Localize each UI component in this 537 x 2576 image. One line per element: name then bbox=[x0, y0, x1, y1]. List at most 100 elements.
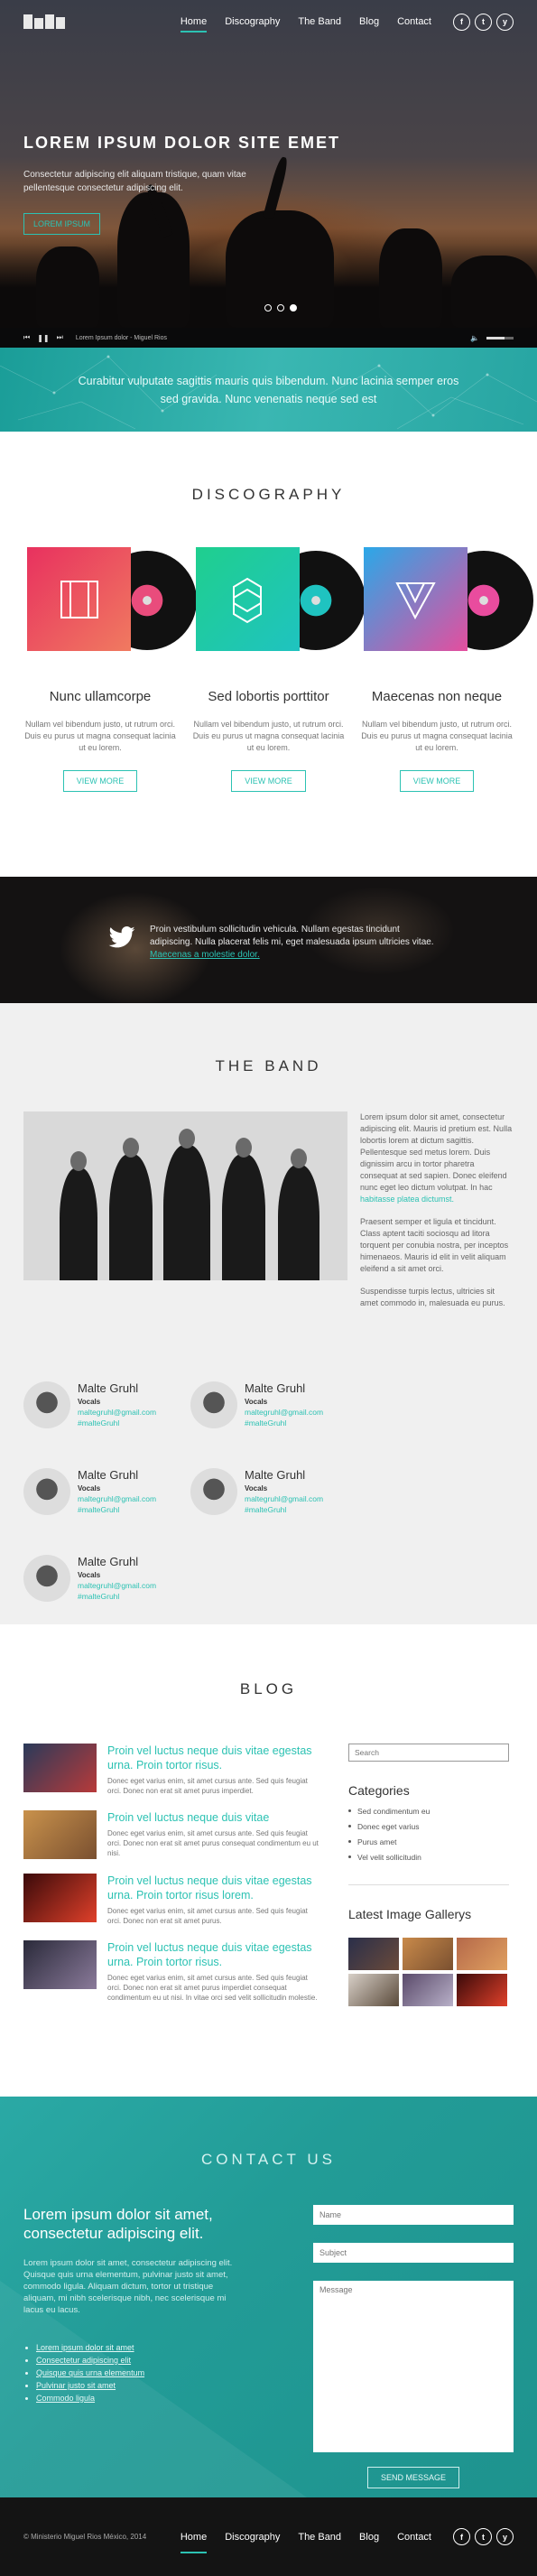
hero-title: LOREM IPSUM DOLOR SITE EMET bbox=[23, 134, 341, 152]
member-email[interactable]: maltegruhl@gmail.com bbox=[78, 1581, 156, 1590]
band-paragraph-link[interactable]: habitasse platea dictumst. bbox=[360, 1195, 454, 1204]
slider-dot[interactable] bbox=[264, 304, 272, 312]
footer-nav-home[interactable]: Home bbox=[171, 2528, 216, 2553]
slider-dot-active[interactable] bbox=[290, 304, 297, 312]
twitter-icon[interactable]: t bbox=[475, 13, 492, 31]
post-excerpt: Donec eget varius enim, sit amet cursus … bbox=[107, 1829, 319, 1857]
band-section: THE BAND Lorem ipsum dolor sit amet, con… bbox=[0, 1003, 537, 1624]
footer-nav-discography[interactable]: Discography bbox=[216, 2528, 289, 2546]
album-cover[interactable] bbox=[364, 547, 468, 651]
send-message-button[interactable]: SEND MESSAGE bbox=[366, 2467, 460, 2488]
view-more-button[interactable]: VIEW MORE bbox=[62, 770, 138, 792]
social-links: f t y bbox=[453, 13, 514, 31]
nav-contact[interactable]: Contact bbox=[388, 0, 440, 43]
avatar bbox=[23, 1468, 70, 1515]
category-item[interactable]: Vel velit sollicitudin bbox=[348, 1853, 509, 1862]
audio-player: ⏮ ❚❚ ⏭ Lorem Ipsum dolor - Miguel Rios 🔈 bbox=[0, 328, 537, 348]
category-item[interactable]: Donec eget varius bbox=[348, 1822, 509, 1831]
nav-the-band[interactable]: The Band bbox=[289, 0, 350, 43]
post-thumbnail[interactable] bbox=[23, 1810, 97, 1859]
gallery-image[interactable] bbox=[348, 1938, 399, 1970]
album-cover[interactable] bbox=[195, 547, 300, 651]
youtube-icon[interactable]: y bbox=[496, 2528, 514, 2545]
member-role: Vocals bbox=[78, 1571, 101, 1579]
avatar bbox=[190, 1468, 237, 1515]
volume-icon[interactable]: 🔈 bbox=[470, 334, 479, 342]
member-card: Malte Gruhl Vocals maltegruhl@gmail.com … bbox=[190, 1468, 357, 1515]
discography-section: DISCOGRAPHY Nunc ullamcorpe Nullam vel b… bbox=[0, 432, 537, 877]
member-email[interactable]: maltegruhl@gmail.com bbox=[78, 1408, 156, 1417]
subject-field[interactable] bbox=[313, 2243, 514, 2263]
member-name: Malte Gruhl bbox=[245, 1468, 306, 1482]
post-title[interactable]: Proin vel luctus neque duis vitae egesta… bbox=[107, 1940, 321, 1969]
quote-text: Curabitur vulputate sagittis mauris quis… bbox=[78, 374, 459, 405]
member-email[interactable]: maltegruhl@gmail.com bbox=[245, 1494, 323, 1503]
post-title[interactable]: Proin vel luctus neque duis vitae bbox=[107, 1810, 321, 1825]
volume-slider[interactable] bbox=[486, 336, 514, 339]
band-paragraph: Suspendisse turpis lectus, ultricies sit… bbox=[360, 1287, 505, 1307]
gallery-image[interactable] bbox=[403, 1938, 453, 1970]
category-item[interactable]: Purus amet bbox=[348, 1837, 509, 1846]
nav-home[interactable]: Home bbox=[171, 0, 216, 43]
facebook-icon[interactable]: f bbox=[453, 13, 470, 31]
pause-icon[interactable]: ❚❚ bbox=[37, 334, 49, 342]
member-hashtag[interactable]: #malteGruhl bbox=[78, 1592, 156, 1601]
nav-blog[interactable]: Blog bbox=[350, 0, 388, 43]
hero-cta-button[interactable]: LOREM IPSUM bbox=[23, 213, 101, 235]
gallery-image[interactable] bbox=[457, 1974, 507, 2006]
blog-sidebar: Categories Sed condimentum eu Donec eget… bbox=[348, 1744, 509, 2017]
album-card: Nunc ullamcorpe Nullam vel bibendum just… bbox=[23, 547, 197, 792]
member-hashtag[interactable]: #malteGruhl bbox=[245, 1418, 323, 1427]
album-cover[interactable] bbox=[27, 547, 131, 651]
category-item[interactable]: Sed condimentum eu bbox=[348, 1807, 509, 1816]
twitter-bird-icon[interactable] bbox=[108, 926, 135, 948]
post-title[interactable]: Proin vel luctus neque duis vitae egesta… bbox=[107, 1874, 321, 1902]
gallery-image[interactable] bbox=[403, 1974, 453, 2006]
nav-discography[interactable]: Discography bbox=[216, 0, 289, 43]
member-role: Vocals bbox=[245, 1398, 268, 1406]
footer: © Ministerio Miguel Rios México, 2014 Ho… bbox=[0, 2497, 537, 2576]
next-icon[interactable]: ⏭ bbox=[57, 333, 63, 342]
post-thumbnail[interactable] bbox=[23, 1940, 97, 1989]
post-excerpt: Donec eget varius enim, sit amet cursus … bbox=[107, 1907, 308, 1925]
post-thumbnail[interactable] bbox=[23, 1744, 97, 1792]
youtube-icon[interactable]: y bbox=[496, 13, 514, 31]
previous-icon[interactable]: ⏮ bbox=[23, 333, 30, 342]
tweet-content: Proin vestibulum sollicitudin vehicula. … bbox=[150, 924, 439, 962]
member-name: Malte Gruhl bbox=[245, 1381, 306, 1395]
band-members: Malte Gruhl Vocals maltegruhl@gmail.com … bbox=[0, 1381, 537, 1602]
footer-nav-contact[interactable]: Contact bbox=[388, 2528, 440, 2546]
member-name: Malte Gruhl bbox=[78, 1381, 139, 1395]
member-hashtag[interactable]: #malteGruhl bbox=[245, 1505, 323, 1514]
top-navigation: Home Discography The Band Blog Contact f… bbox=[0, 0, 537, 43]
slider-dot[interactable] bbox=[277, 304, 284, 312]
member-hashtag[interactable]: #malteGruhl bbox=[78, 1418, 156, 1427]
tweet-link[interactable]: Maecenas a molestie dolor. bbox=[150, 950, 260, 960]
name-field[interactable] bbox=[313, 2205, 514, 2225]
post-excerpt: Donec eget varius enim, sit amet cursus … bbox=[107, 1777, 308, 1795]
view-more-button[interactable]: VIEW MORE bbox=[231, 770, 306, 792]
footer-nav-the-band[interactable]: The Band bbox=[289, 2528, 350, 2546]
twitter-icon[interactable]: t bbox=[475, 2528, 492, 2545]
post-title[interactable]: Proin vel luctus neque duis vitae egesta… bbox=[107, 1744, 321, 1772]
footer-social-links: f t y bbox=[453, 2528, 514, 2545]
search-input[interactable] bbox=[348, 1744, 509, 1762]
site-logo[interactable] bbox=[23, 14, 65, 29]
band-overview: Lorem ipsum dolor sit amet, consectetur … bbox=[0, 1111, 537, 1320]
footer-nav-blog[interactable]: Blog bbox=[350, 2528, 388, 2546]
member-email[interactable]: maltegruhl@gmail.com bbox=[245, 1408, 323, 1417]
gallery-image[interactable] bbox=[348, 1974, 399, 2006]
member-role: Vocals bbox=[245, 1484, 268, 1493]
footer-nav-links: Home Discography The Band Blog Contact bbox=[171, 2528, 440, 2553]
message-field[interactable] bbox=[313, 2281, 514, 2452]
contact-form: SEND MESSAGE bbox=[313, 2205, 514, 2488]
member-hashtag[interactable]: #malteGruhl bbox=[78, 1505, 156, 1514]
gallery-image[interactable] bbox=[457, 1938, 507, 1970]
crowd-silhouette bbox=[0, 155, 537, 328]
view-more-button[interactable]: VIEW MORE bbox=[399, 770, 475, 792]
twitter-feed-banner: Proin vestibulum sollicitudin vehicula. … bbox=[0, 877, 537, 1003]
post-thumbnail[interactable] bbox=[23, 1874, 97, 1922]
facebook-icon[interactable]: f bbox=[453, 2528, 470, 2545]
member-email[interactable]: maltegruhl@gmail.com bbox=[78, 1494, 156, 1503]
album-card: Maecenas non neque Nullam vel bibendum j… bbox=[360, 547, 533, 792]
